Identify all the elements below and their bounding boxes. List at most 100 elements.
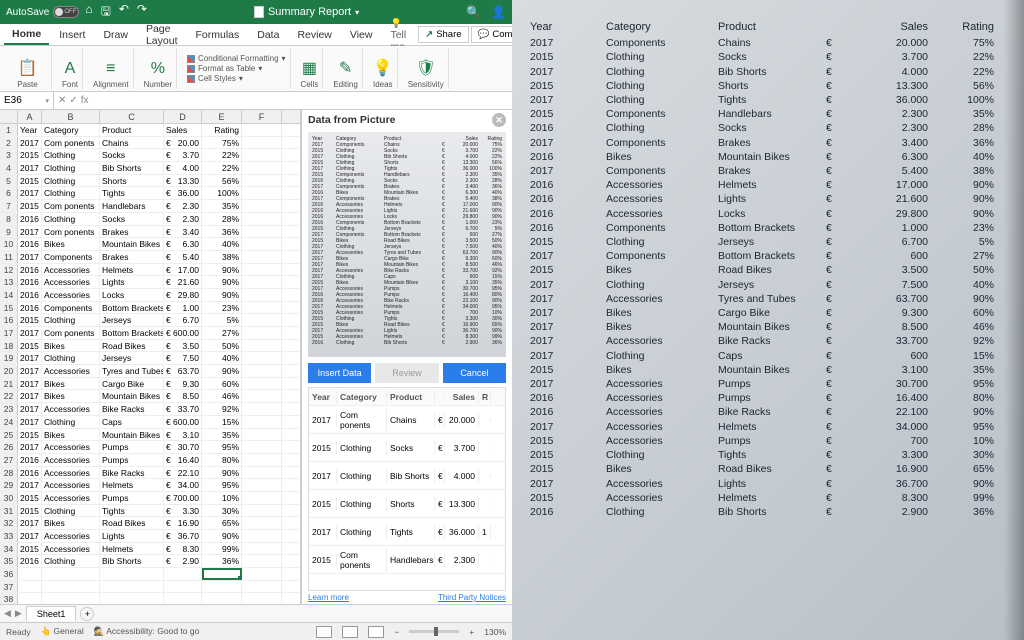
third-party-notices-link[interactable]: Third Party Notices <box>438 593 506 602</box>
user-icon[interactable]: 👤 <box>491 5 506 19</box>
insert-data-button[interactable]: Insert Data <box>308 363 371 383</box>
search-icon[interactable]: 🔍 <box>466 5 481 19</box>
cell-styles[interactable]: Cell Styles ▾ <box>187 74 286 83</box>
tab-page-layout[interactable]: Page Layout <box>138 20 186 50</box>
col-header[interactable]: D <box>164 110 202 123</box>
table-row[interactable]: 332017AccessoriesLights36.7090% <box>0 530 300 543</box>
extracted-data-table[interactable]: YearCategoryProductSalesR 2017Com ponent… <box>308 387 506 591</box>
extracted-row[interactable]: 2015ClothingShorts€13.300 <box>309 490 505 518</box>
table-row[interactable]: 122016AccessoriesHelmets17.0090% <box>0 264 300 277</box>
col-header[interactable]: F <box>242 110 282 123</box>
close-icon[interactable]: ✕ <box>492 113 506 127</box>
table-row[interactable]: 172017Com ponentsBottom Brackets600.0027… <box>0 327 300 340</box>
doc-icon <box>254 6 264 18</box>
table-row[interactable]: 162015ClothingJerseys6.705% <box>0 314 300 327</box>
tab-nav-next[interactable]: ▶ <box>15 608 22 619</box>
table-row[interactable]: 282016AccessoriesBike Racks22.1090% <box>0 467 300 480</box>
fx-icon[interactable]: fx <box>81 95 89 106</box>
table-row[interactable]: 232017AccessoriesBike Racks33.7092% <box>0 403 300 416</box>
col-header[interactable]: B <box>42 110 100 123</box>
tab-draw[interactable]: Draw <box>95 26 136 44</box>
table-row[interactable]: 192017ClothingJerseys7.5040% <box>0 352 300 365</box>
font-group[interactable]: AFont <box>58 48 83 89</box>
autosave-toggle[interactable]: AutoSave OFF <box>6 6 79 18</box>
tab-view[interactable]: View <box>342 26 381 44</box>
table-row[interactable]: 82016ClothingSocks2.3028% <box>0 213 300 226</box>
table-row[interactable]: 112017ComponentsBrakes5.4038% <box>0 251 300 264</box>
paste-group[interactable]: 📋Paste <box>4 48 52 89</box>
table-row[interactable]: 212017BikesCargo Bike9.3060% <box>0 378 300 391</box>
share-button[interactable]: Share <box>418 26 468 43</box>
extracted-row[interactable]: 2017ClothingTights€36.0001 <box>309 518 505 546</box>
page-layout-view-button[interactable] <box>342 626 358 638</box>
table-row[interactable]: 272016AccessoriesPumps16.4080% <box>0 454 300 467</box>
name-box[interactable]: E36 <box>0 92 54 109</box>
tab-nav-prev[interactable]: ◀ <box>4 608 11 619</box>
table-row[interactable]: 42017ClothingBib Shorts4.0022% <box>0 162 300 175</box>
page-break-view-button[interactable] <box>368 626 384 638</box>
cancel-fx-icon[interactable]: ✕ <box>58 95 66 106</box>
table-row[interactable]: 262017AccessoriesPumps30.7095% <box>0 441 300 454</box>
zoom-out[interactable]: − <box>394 627 399 637</box>
table-row[interactable]: 302015AccessoriesPumps700.0010% <box>0 492 300 505</box>
table-row[interactable]: 202017AccessoriesTyres and Tubes63.7090% <box>0 365 300 378</box>
table-row[interactable]: 342015AccessoriesHelmets8.3099% <box>0 543 300 556</box>
extracted-row[interactable]: 2017ClothingBib Shorts€4.000 <box>309 462 505 490</box>
select-all-corner[interactable] <box>0 110 18 123</box>
format-as-table[interactable]: Format as Table ▾ <box>187 64 286 73</box>
table-row[interactable]: 322017BikesRoad Bikes16.9065% <box>0 517 300 530</box>
table-row[interactable]: 72015Com ponentsHandlebars2.3035% <box>0 200 300 213</box>
table-row[interactable]: 222017BikesMountain Bikes8.5046% <box>0 390 300 403</box>
photo-data-row: 2016ClothingSocks€2.30028% <box>530 121 1014 135</box>
tab-insert[interactable]: Insert <box>51 26 93 44</box>
cancel-button[interactable]: Cancel <box>443 363 506 383</box>
alignment-group[interactable]: ≡Alignment <box>89 48 134 89</box>
photo-data-row: 2015ClothingJerseys€6.7005% <box>530 235 1014 249</box>
tab-home[interactable]: Home <box>4 25 49 45</box>
zoom-level[interactable]: 130% <box>484 627 506 637</box>
extracted-row[interactable]: 2017Com ponentsChains€20.000 <box>309 406 505 434</box>
table-row[interactable]: 252015BikesMountain Bikes3.1035% <box>0 429 300 442</box>
table-row[interactable]: 32015ClothingSocks3.7022% <box>0 149 300 162</box>
table-row[interactable]: 152016ComponentsBottom Brackets1.0023% <box>0 302 300 315</box>
toggle-icon[interactable]: OFF <box>53 6 79 18</box>
table-row[interactable]: 242017ClothingCaps600.0015% <box>0 416 300 429</box>
editing-group[interactable]: ✎Editing <box>329 48 362 89</box>
col-header[interactable]: C <box>100 110 164 123</box>
table-row[interactable]: 92017Com ponentsBrakes3.4036% <box>0 226 300 239</box>
tab-data[interactable]: Data <box>249 26 287 44</box>
zoom-slider[interactable] <box>409 630 459 633</box>
learn-more-link[interactable]: Learn more <box>308 593 349 602</box>
table-row[interactable]: 142016AccessoriesLocks29.8090% <box>0 289 300 302</box>
number-group[interactable]: %Number <box>140 48 177 89</box>
extracted-row[interactable]: 2015ClothingSocks€3.700 <box>309 434 505 462</box>
tab-review[interactable]: Review <box>289 26 339 44</box>
conditional-formatting[interactable]: Conditional Formatting ▾ <box>187 54 286 63</box>
review-button[interactable]: Review <box>375 363 438 383</box>
table-row[interactable]: 52015ClothingShorts13.3056% <box>0 175 300 188</box>
table-row[interactable]: 22017Com ponentsChains20.0075% <box>0 137 300 150</box>
table-row[interactable]: 312015ClothingTights3.3030% <box>0 505 300 518</box>
table-row[interactable]: 292017AccessoriesHelmets34.0095% <box>0 479 300 492</box>
enter-fx-icon[interactable]: ✓ <box>69 95 77 106</box>
table-row[interactable]: 102016BikesMountain Bikes6.3040% <box>0 238 300 251</box>
table-row[interactable]: 132016AccessoriesLights21.6090% <box>0 276 300 289</box>
tab-formulas[interactable]: Formulas <box>187 26 247 44</box>
undo-icon[interactable]: ↶ <box>119 2 129 23</box>
col-header[interactable]: E <box>202 110 242 123</box>
extracted-row[interactable]: 2015Com ponentsHandlebars€2.300 <box>309 546 505 574</box>
sheet-tab[interactable]: Sheet1 <box>26 606 77 621</box>
cells-group[interactable]: ▦Cells <box>297 48 324 89</box>
col-header[interactable]: A <box>18 110 42 123</box>
table-row[interactable]: 62017ClothingTights36.00100% <box>0 187 300 200</box>
add-sheet-button[interactable]: + <box>80 607 94 621</box>
spreadsheet-grid[interactable]: A B C D E F 1YearCategoryProductSalesRat… <box>0 110 301 604</box>
zoom-in[interactable]: + <box>469 627 474 637</box>
home-icon[interactable]: ⌂ <box>85 2 92 23</box>
sensitivity-group[interactable]: 🛡Sensitivity <box>404 48 449 89</box>
table-row[interactable]: 182015BikesRoad Bikes3.5050% <box>0 340 300 353</box>
ideas-group[interactable]: 💡Ideas <box>369 48 398 89</box>
normal-view-button[interactable] <box>316 626 332 638</box>
table-row[interactable]: 352016ClothingBib Shorts2.9036% <box>0 555 300 568</box>
save-icon[interactable]: 🖫 <box>101 2 111 23</box>
